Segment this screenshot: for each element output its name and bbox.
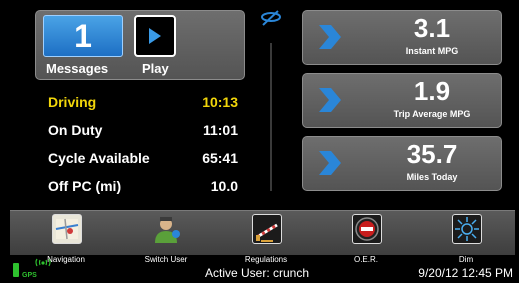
signal-icon	[35, 258, 51, 267]
oer-record-icon	[352, 214, 382, 244]
battery-icon	[13, 263, 19, 277]
metric-value: 3.1	[413, 13, 451, 43]
status-row-driving: Driving 10:13	[48, 94, 238, 114]
status-row-off-pc: Off PC (mi) 10.0	[48, 178, 238, 198]
gps-label: GPS	[22, 272, 37, 279]
status-label: Cycle Available	[48, 150, 150, 166]
metric-miles-today[interactable]: 35.7 Miles Today	[302, 136, 502, 191]
messages-panel: 1 Messages Play	[35, 10, 245, 80]
chevron-right-icon	[319, 25, 341, 49]
status-row-on-duty: On Duty 11:01	[48, 122, 238, 142]
metric-label: Miles Today	[406, 172, 458, 182]
navigation-map-icon	[52, 214, 82, 244]
messages-button[interactable]: 1	[43, 15, 123, 57]
status-label: On Duty	[48, 122, 103, 138]
fuel-gauge-icon	[261, 10, 281, 26]
active-user-text: Active User: crunch	[205, 266, 310, 280]
play-button[interactable]	[134, 15, 176, 57]
status-row-cycle-available: Cycle Available 65:41	[48, 150, 238, 170]
metric-label: Instant MPG	[405, 46, 459, 56]
status-value: 11:01	[202, 122, 238, 138]
metric-value: 35.7	[406, 139, 458, 169]
play-icon	[149, 28, 161, 44]
status-value: 10.0	[210, 178, 238, 194]
regulations-icon	[252, 214, 282, 244]
messages-label: Messages	[46, 61, 109, 76]
switch-user-icon	[152, 214, 182, 244]
metric-trip-average-mpg[interactable]: 1.9 Trip Average MPG	[302, 73, 502, 128]
metric-label: Trip Average MPG	[393, 109, 471, 119]
play-label: Play	[142, 61, 169, 76]
bottom-toolbar: Navigation Switch User Regulations O.E.R…	[10, 210, 515, 264]
status-value: 10:13	[202, 94, 238, 110]
metric-value: 1.9	[413, 76, 451, 106]
chevron-right-icon	[319, 151, 341, 175]
chevron-right-icon	[319, 88, 341, 112]
metric-instant-mpg[interactable]: 3.1 Instant MPG	[302, 10, 502, 65]
status-label: Off PC (mi)	[48, 178, 122, 194]
datetime-text: 9/20/12 12:45 PM	[418, 266, 513, 280]
center-divider	[270, 43, 272, 191]
status-label: Driving	[48, 94, 97, 110]
dim-sun-icon	[452, 214, 482, 244]
status-value: 65:41	[202, 150, 238, 166]
